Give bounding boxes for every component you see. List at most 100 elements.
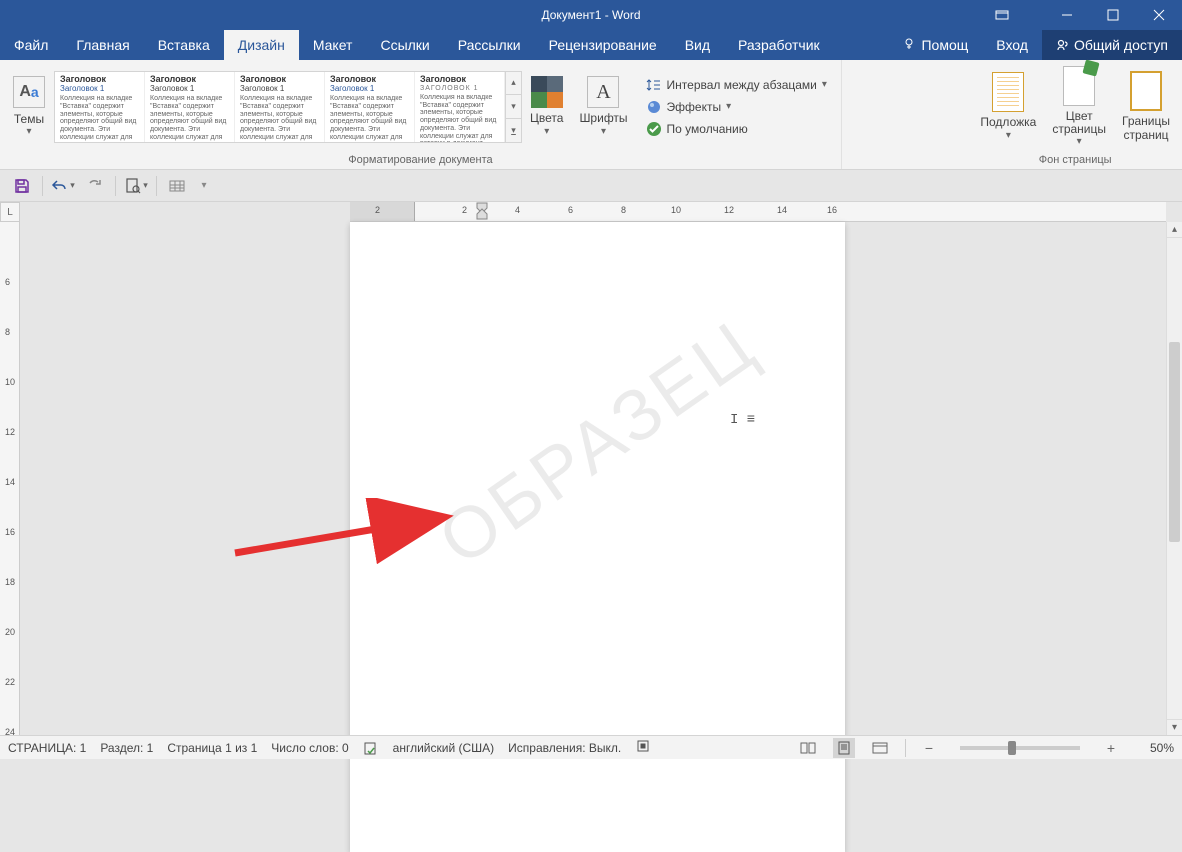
watermark-icon: [992, 72, 1024, 112]
customize-qat-button[interactable]: ▾: [197, 174, 211, 198]
tab-home[interactable]: Главная: [62, 30, 143, 60]
style-thumb[interactable]: ЗаголовокЗаголовок 1Коллекция на вкладке…: [145, 72, 235, 142]
dropdown-icon: ▾: [601, 126, 606, 137]
web-layout-button[interactable]: [869, 738, 891, 758]
read-mode-button[interactable]: [797, 738, 819, 758]
window-controls: [1044, 0, 1182, 30]
undo-button[interactable]: ▾: [51, 174, 75, 198]
vertical-ruler[interactable]: 6 8 10 12 14 16 18 20 22 24: [0, 222, 20, 735]
zoom-slider-handle[interactable]: [1008, 741, 1016, 755]
style-set-gallery[interactable]: ЗаголовокЗаголовок 1Коллекция на вкладке…: [54, 71, 522, 143]
status-page-of[interactable]: Страница 1 из 1: [167, 741, 257, 755]
colors-label: Цвета: [530, 112, 563, 125]
checkmark-icon: [646, 121, 662, 137]
close-button[interactable]: [1136, 0, 1182, 30]
watermark-label: Подложка: [980, 116, 1036, 129]
page-color-icon: [1063, 66, 1095, 106]
dropdown-icon: ▾: [1006, 130, 1011, 141]
style-thumb[interactable]: ЗаголовокЗаголовок 1Коллекция на вкладке…: [55, 72, 145, 142]
zoom-level[interactable]: 50%: [1134, 741, 1174, 755]
status-bar: СТРАНИЦА: 1 Раздел: 1 Страница 1 из 1 Чи…: [0, 735, 1182, 759]
status-language[interactable]: английский (США): [393, 741, 494, 755]
scroll-up-button[interactable]: ▴: [1167, 222, 1182, 238]
status-page[interactable]: СТРАНИЦА: 1: [8, 741, 86, 755]
zoom-out-button[interactable]: −: [920, 739, 938, 757]
tab-design[interactable]: Дизайн: [224, 30, 299, 60]
style-thumb[interactable]: ЗаголовокЗАГОЛОВОК 1Коллекция на вкладке…: [415, 72, 505, 142]
watermark-text: ОБРАЗЕЦ: [424, 304, 771, 581]
themes-button[interactable]: Aa Темы ▾: [4, 65, 54, 149]
tab-insert[interactable]: Вставка: [144, 30, 224, 60]
gallery-down-button[interactable]: ▾: [506, 95, 521, 119]
title-bar: Документ1 - Word: [0, 0, 1182, 30]
colors-icon: [531, 76, 563, 108]
paragraph-spacing-label: Интервал между абзацами: [667, 78, 817, 92]
ribbon: Aa Темы ▾ ЗаголовокЗаголовок 1Коллекция …: [0, 60, 1182, 170]
status-macro[interactable]: [635, 738, 651, 757]
save-button[interactable]: [10, 174, 34, 198]
horizontal-ruler[interactable]: 2 2 4 6 8 10 12 14 16: [350, 202, 1166, 222]
status-spellcheck[interactable]: [363, 740, 379, 756]
paragraph-spacing-button[interactable]: Интервал между абзацами ▾: [642, 75, 831, 95]
group-label-page-background: Фон страницы: [972, 151, 1178, 169]
fonts-button[interactable]: A Шрифты ▾: [571, 65, 635, 149]
colors-button[interactable]: Цвета ▾: [522, 65, 571, 149]
vertical-scrollbar[interactable]: ▴ ▾: [1166, 222, 1182, 735]
status-word-count[interactable]: Число слов: 0: [271, 741, 348, 755]
window-title: Документ1 - Word: [541, 8, 640, 22]
style-thumb[interactable]: ЗаголовокЗаголовок 1Коллекция на вкладке…: [235, 72, 325, 142]
gallery-up-button[interactable]: ▴: [506, 72, 521, 96]
status-track-changes[interactable]: Исправления: Выкл.: [508, 741, 621, 755]
effects-button[interactable]: Эффекты ▾: [642, 97, 831, 117]
tab-references[interactable]: Ссылки: [366, 30, 443, 60]
scrollbar-thumb[interactable]: [1169, 342, 1180, 542]
tab-view[interactable]: Вид: [671, 30, 724, 60]
print-preview-button[interactable]: ▾: [124, 174, 148, 198]
zoom-in-button[interactable]: +: [1102, 739, 1120, 757]
dropdown-icon: ▾: [544, 126, 549, 137]
page-color-button[interactable]: Цвет страницы ▾: [1044, 65, 1114, 149]
set-default-button[interactable]: По умолчанию: [642, 119, 831, 139]
ruler-corner[interactable]: L: [0, 202, 20, 222]
insert-table-button[interactable]: [165, 174, 189, 198]
tell-me-label: Помощ: [921, 37, 968, 53]
gallery-scroll: ▴ ▾ ▾̲: [506, 71, 522, 143]
tab-developer[interactable]: Разработчик: [724, 30, 834, 60]
watermark-button[interactable]: Подложка ▾: [972, 65, 1044, 149]
maximize-button[interactable]: [1090, 0, 1136, 30]
sign-in-button[interactable]: Вход: [982, 30, 1042, 60]
tab-layout[interactable]: Макет: [299, 30, 367, 60]
ribbon-display-options[interactable]: [982, 0, 1022, 30]
zoom-slider[interactable]: [960, 746, 1080, 750]
scroll-down-button[interactable]: ▾: [1167, 719, 1182, 735]
fonts-label: Шрифты: [579, 112, 627, 125]
redo-button[interactable]: [83, 174, 107, 198]
tab-file[interactable]: Файл: [0, 30, 62, 60]
dropdown-icon: ▾: [1077, 136, 1082, 147]
group-label-formatting: Форматирование документа: [4, 151, 837, 169]
dropdown-icon: ▾: [726, 101, 731, 112]
text-cursor-icon: I ≡: [730, 412, 755, 428]
tell-me-search[interactable]: Помощ: [889, 30, 982, 60]
effects-label: Эффекты: [667, 100, 722, 114]
gallery-more-button[interactable]: ▾̲: [506, 119, 521, 142]
effects-icon: [646, 99, 662, 115]
indent-marker-icon[interactable]: [475, 202, 489, 220]
dropdown-icon: ▾: [26, 126, 31, 137]
print-layout-button[interactable]: [833, 738, 855, 758]
page-borders-label: Границы страниц: [1122, 115, 1170, 141]
page-borders-icon: [1130, 71, 1162, 111]
share-button[interactable]: Общий доступ: [1042, 30, 1182, 60]
dropdown-icon: ▾: [822, 79, 827, 90]
paragraph-spacing-icon: [646, 77, 662, 93]
page-borders-button[interactable]: Границы страниц: [1114, 65, 1178, 149]
themes-label: Темы: [14, 112, 44, 126]
style-thumb[interactable]: ЗаголовокЗаголовок 1Коллекция на вкладке…: [325, 72, 415, 142]
share-label: Общий доступ: [1074, 37, 1168, 53]
tab-review[interactable]: Рецензирование: [535, 30, 671, 60]
themes-icon: Aa: [13, 76, 45, 108]
status-section[interactable]: Раздел: 1: [100, 741, 153, 755]
set-default-label: По умолчанию: [667, 122, 748, 136]
minimize-button[interactable]: [1044, 0, 1090, 30]
tab-mailings[interactable]: Рассылки: [444, 30, 535, 60]
